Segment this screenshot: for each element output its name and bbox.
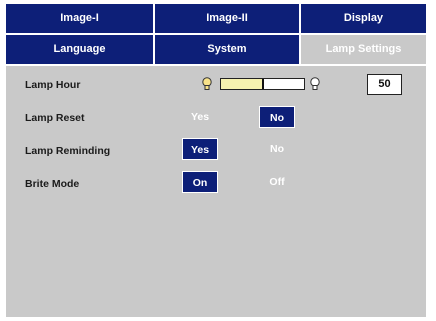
lamp-reminding-label: Lamp Reminding — [25, 145, 111, 157]
osd-menu-panel: Image-I Image-II Display Language System… — [5, 3, 427, 318]
lamp-reminding-yes-option[interactable]: Yes — [182, 138, 218, 160]
tab-image-ii[interactable]: Image-II — [155, 4, 301, 33]
brite-mode-on-option[interactable]: On — [182, 171, 218, 193]
lamp-hour-level-bar — [220, 78, 305, 90]
tab-image-i[interactable]: Image-I — [6, 4, 155, 33]
lamp-hour-value: 50 — [367, 74, 402, 95]
lamp-hour-level-fill — [221, 79, 265, 89]
tab-system[interactable]: System — [155, 35, 301, 64]
brite-mode-off-option[interactable]: Off — [259, 171, 295, 193]
lamp-bulb-icon — [310, 77, 320, 90]
tab-underline — [6, 64, 426, 66]
lamp-reset-no-option[interactable]: No — [259, 106, 295, 128]
brite-mode-label: Brite Mode — [25, 178, 80, 190]
tab-row-1: Image-I Image-II Display — [6, 4, 426, 33]
tab-lamp-settings[interactable]: Lamp Settings — [301, 35, 426, 64]
tab-language[interactable]: Language — [6, 35, 155, 64]
lamp-hour-label: Lamp Hour — [25, 79, 81, 91]
lamp-bulb-icon — [202, 77, 212, 90]
tab-row-2: Language System Lamp Settings — [6, 35, 426, 64]
lamp-reminding-no-option[interactable]: No — [259, 138, 295, 160]
lamp-reset-label: Lamp Reset — [25, 112, 85, 124]
tab-display[interactable]: Display — [301, 4, 426, 33]
lamp-reset-yes-option[interactable]: Yes — [182, 106, 218, 128]
